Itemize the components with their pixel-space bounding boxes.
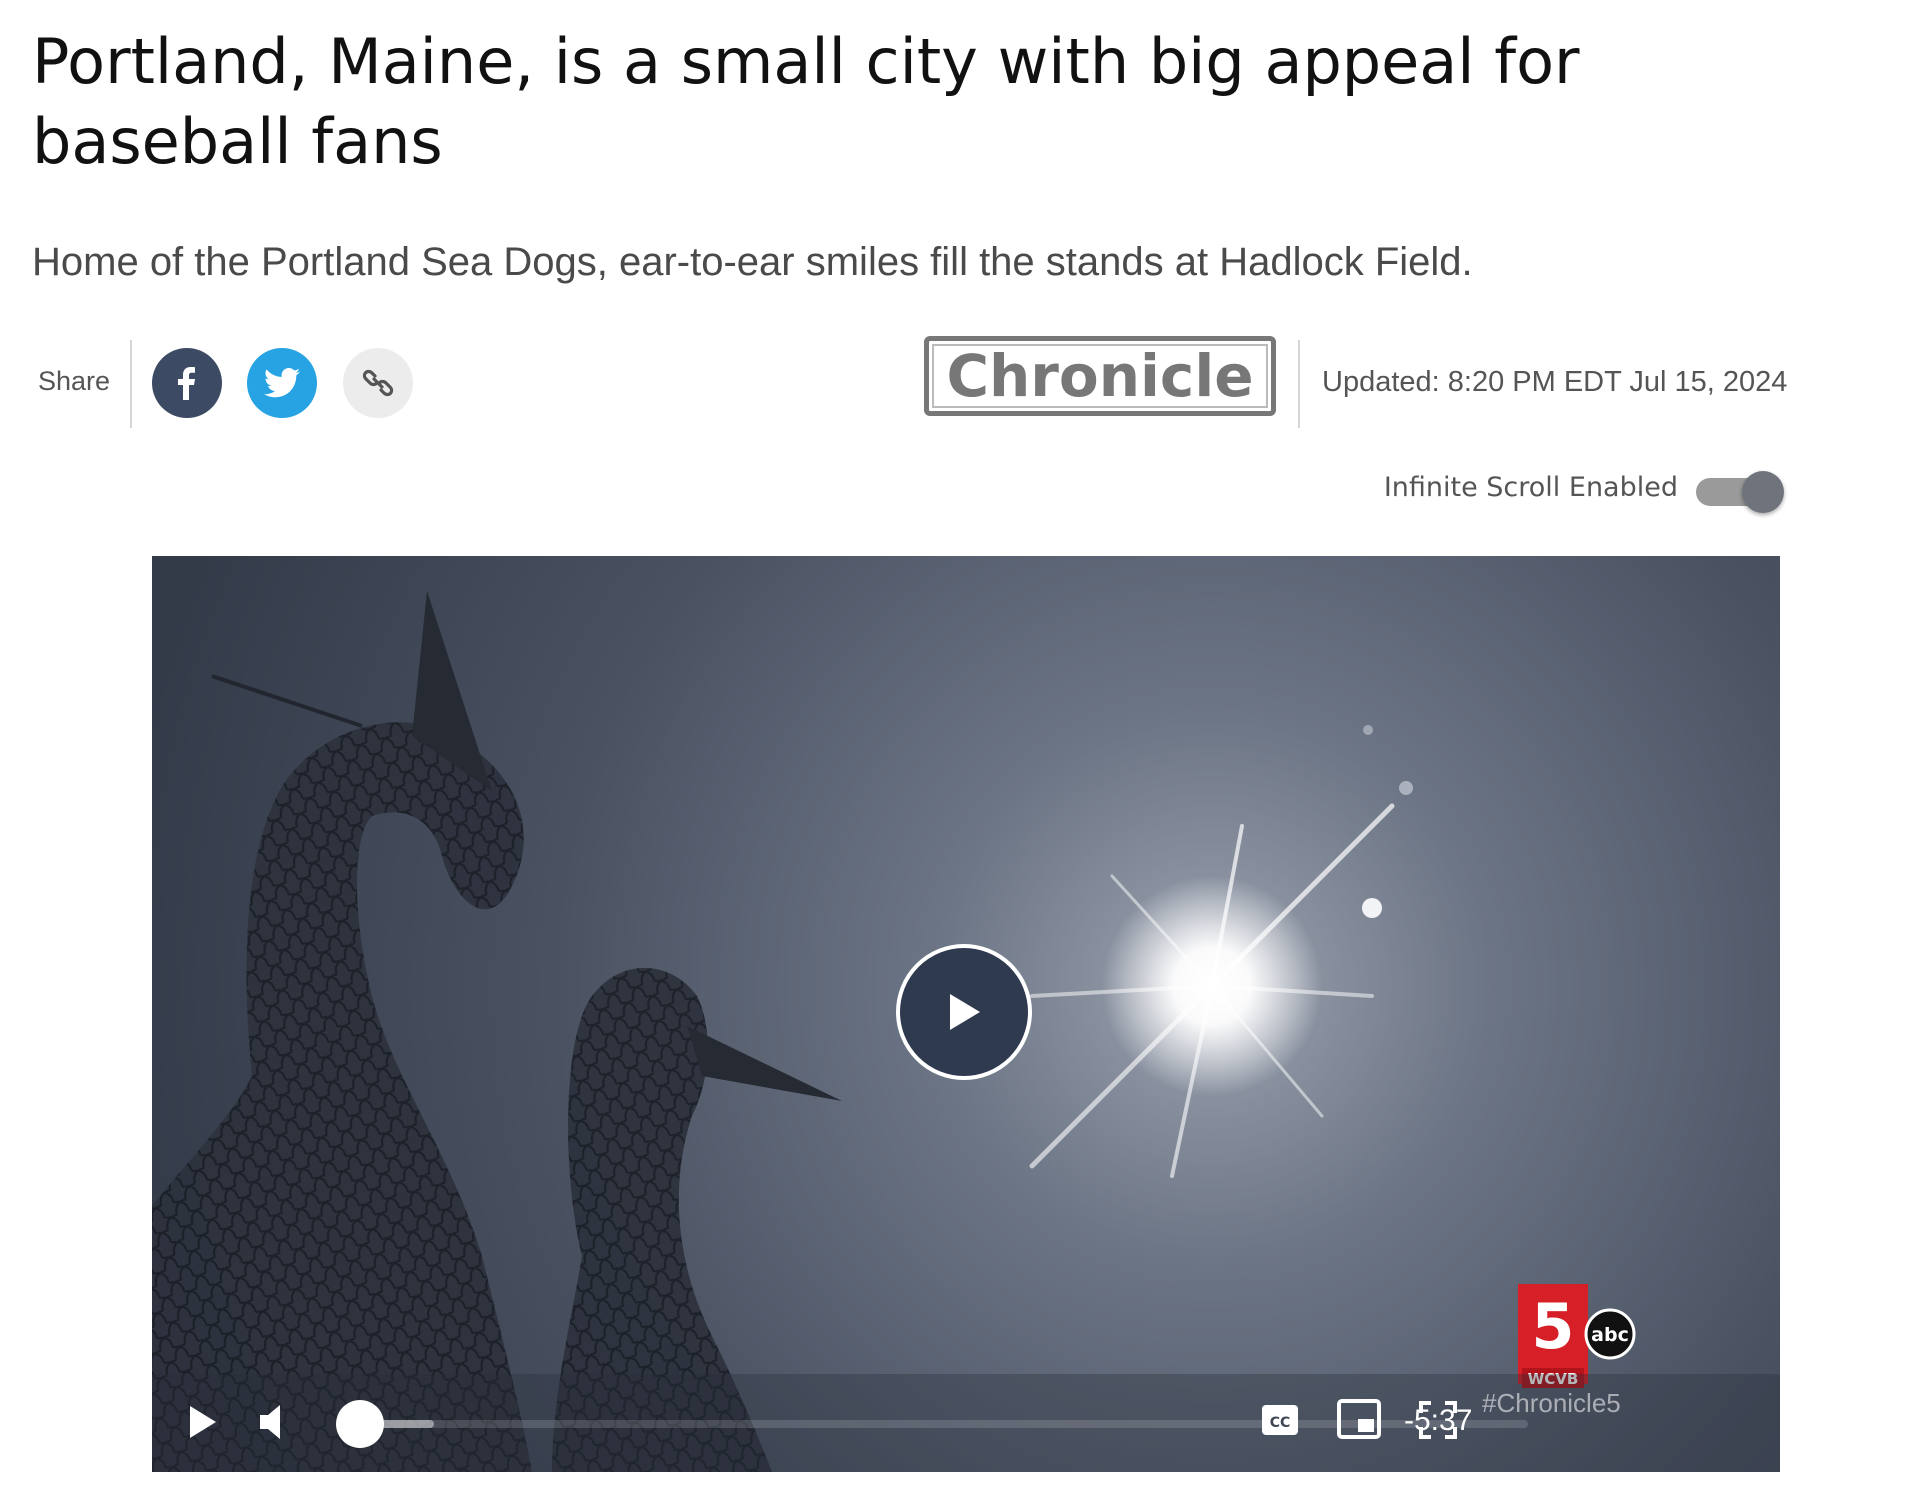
hashtag-watermark: #Chronicle5	[1482, 1388, 1621, 1418]
copy-link-button[interactable]	[343, 348, 413, 418]
article-headline: Portland, Maine, is a small city with bi…	[32, 25, 1580, 178]
divider	[130, 340, 132, 428]
article-dek: Home of the Portland Sea Dogs, ear-to-ea…	[32, 240, 1473, 284]
divider	[1298, 340, 1300, 428]
play-icon[interactable]	[186, 1402, 220, 1442]
fullscreen-icon[interactable]	[1418, 1400, 1458, 1440]
share-toolbar: Share Chronicle Updated: 8:20 PM EDT Jul…	[0, 336, 1800, 432]
progress-scrubber-handle[interactable]	[336, 1400, 384, 1448]
facebook-share-button[interactable]	[152, 348, 222, 418]
facebook-icon	[178, 367, 195, 400]
share-label: Share	[38, 366, 111, 396]
twitter-icon	[264, 368, 300, 398]
twitter-share-button[interactable]	[247, 348, 317, 418]
volume-icon[interactable]	[258, 1402, 292, 1442]
closed-captions-icon[interactable]: CC	[1260, 1402, 1300, 1438]
article-page: Portland, Maine, is a small city with bi…	[0, 0, 1921, 1497]
infinite-scroll-control: Infinite Scroll Enabled	[1340, 462, 1800, 518]
video-control-bar: #Chronicle5 -5:37 CC	[152, 1374, 1780, 1472]
station-number: 5	[1531, 1290, 1574, 1363]
svg-text:CC: CC	[1270, 1415, 1291, 1431]
toggle-knob	[1742, 471, 1784, 513]
chronicle-logo[interactable]: Chronicle	[924, 336, 1276, 416]
chronicle-logo-text: Chronicle	[946, 342, 1254, 410]
play-icon	[950, 994, 980, 1030]
infinite-scroll-label: Infinite Scroll Enabled	[1383, 472, 1678, 503]
infinite-scroll-toggle[interactable]	[1696, 471, 1784, 513]
link-icon	[362, 369, 394, 397]
video-player[interactable]: 5 abc WCVB #Chronicle5 -5:37 CC	[152, 556, 1780, 1472]
network-logo-text: abc	[1591, 1324, 1629, 1346]
picture-in-picture-icon[interactable]	[1336, 1398, 1382, 1440]
large-play-button[interactable]	[896, 944, 1032, 1080]
updated-timestamp: Updated: 8:20 PM EDT Jul 15, 2024	[1322, 366, 1788, 398]
